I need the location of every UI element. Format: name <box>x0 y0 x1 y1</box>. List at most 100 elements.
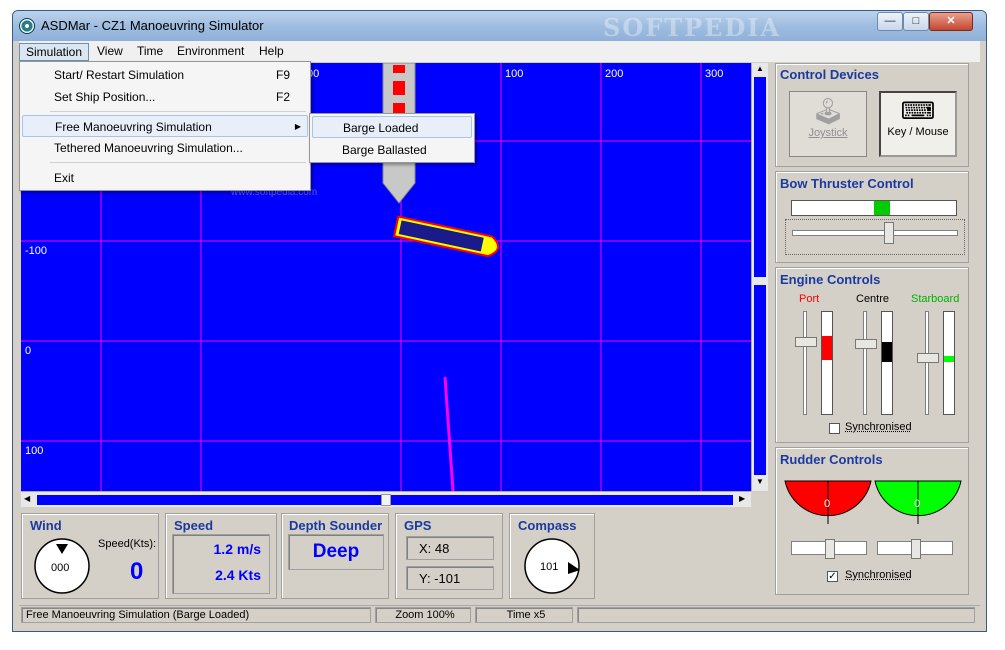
menu-environment[interactable]: Environment <box>171 43 250 61</box>
rudder-controls-title: Rudder Controls <box>780 452 883 467</box>
barge-ship[interactable] <box>392 215 500 258</box>
port-engine-label: Port <box>799 293 820 305</box>
engine-synchronised-label: Synchronised <box>845 421 912 433</box>
scroll-right-icon[interactable]: ▶ <box>739 494 745 503</box>
menu-help[interactable]: Help <box>253 43 290 61</box>
centre-engine-label: Centre <box>856 293 890 305</box>
port-rudder-value: 0 <box>824 498 830 510</box>
depth-sounder-title: Depth Sounder <box>289 518 383 533</box>
port-rudder-slider[interactable] <box>791 539 867 563</box>
gps-y-value: Y: -101 <box>419 571 461 586</box>
slider-track <box>803 311 807 415</box>
status-empty <box>577 607 975 623</box>
menu-item-label: Tethered Manoeuvring Simulation... <box>54 141 243 155</box>
starboard-engine-label: Starboard <box>911 293 960 305</box>
submenu-item-barge-loaded[interactable]: Barge Loaded <box>312 116 472 138</box>
menu-time[interactable]: Time <box>131 43 169 61</box>
starboard-rudder-slider[interactable] <box>877 539 953 563</box>
speed-ms-value: 1.2 m/s <box>213 541 261 557</box>
y-label-100: 100 <box>25 445 43 457</box>
centre-engine-slider[interactable] <box>851 311 879 415</box>
wind-panel: Wind 000 Speed(Kts): 0 <box>21 513 159 599</box>
menu-separator <box>50 111 306 112</box>
status-bar: Free Manoeuvring Simulation (Barge Loade… <box>19 605 980 623</box>
rudder-gauges: 0 0 <box>784 480 962 524</box>
scroll-track <box>754 77 766 277</box>
centre-engine-thumb[interactable] <box>855 339 877 349</box>
menu-item-start-simulation[interactable]: Start/ Restart Simulation F9 <box>22 64 308 86</box>
scroll-thumb[interactable] <box>381 494 391 506</box>
wind-direction-dial: 000 <box>34 538 90 594</box>
menu-separator <box>50 162 306 163</box>
free-manoeuvring-submenu: Barge Loaded Barge Ballasted <box>309 113 475 163</box>
compass-title: Compass <box>518 518 577 533</box>
menu-item-label: Set Ship Position... <box>54 90 156 104</box>
slider-track <box>792 230 958 236</box>
speed-kts-value: 2.4 Kts <box>215 567 261 583</box>
ship-track <box>443 376 455 491</box>
port-rudder-thumb[interactable] <box>825 539 835 559</box>
rudder-synchronised-checkbox[interactable]: ✓ <box>827 571 838 582</box>
map-horizontal-scrollbar[interactable]: ◀ ▶ <box>21 491 751 507</box>
engine-synchronised-checkbox[interactable] <box>829 423 840 434</box>
menu-simulation[interactable]: Simulation <box>19 43 90 61</box>
gps-y-display: Y: -101 <box>406 566 494 590</box>
menu-item-shortcut: F2 <box>275 90 290 104</box>
x-label-200: 200 <box>605 68 623 80</box>
title-bar[interactable]: ASDMar - CZ1 Manoeuvring Simulator SOFTP… <box>13 11 986 42</box>
bow-thruster-thumb[interactable] <box>884 222 894 244</box>
slider-track <box>925 311 929 415</box>
control-devices-title: Control Devices <box>780 67 879 82</box>
starboard-engine-thumb[interactable] <box>917 353 939 363</box>
key-mouse-button[interactable]: ⌨ Key / Mouse <box>879 91 957 157</box>
starboard-rudder-thumb[interactable] <box>911 539 921 559</box>
rudder-synchronised-label: Synchronised <box>845 569 912 581</box>
joystick-button[interactable]: 🕹 Joystick <box>789 91 867 157</box>
menu-view[interactable]: View <box>91 43 129 61</box>
starboard-engine-gauge <box>943 311 955 415</box>
submenu-item-barge-ballasted[interactable]: Barge Ballasted <box>312 139 472 161</box>
close-button[interactable]: ✕ <box>929 12 973 31</box>
wind-title: Wind <box>30 518 62 533</box>
status-zoom: Zoom 100% <box>375 607 471 623</box>
bow-thruster-slider[interactable] <box>785 219 965 255</box>
scroll-up-icon[interactable]: ▲ <box>756 64 764 73</box>
menu-item-set-ship-position[interactable]: Set Ship Position... F2 <box>22 86 308 108</box>
y-label-0: 0 <box>25 345 31 357</box>
menu-item-label: Exit <box>54 171 75 185</box>
menu-item-shortcut: F9 <box>275 68 290 82</box>
minimize-button[interactable]: — <box>877 12 903 31</box>
menu-item-label: Free Manoeuvring Simulation <box>55 120 212 134</box>
speed-panel: Speed 1.2 m/s 2.4 Kts <box>165 513 277 599</box>
vessel-marker <box>393 65 405 73</box>
key-mouse-label: Key / Mouse <box>887 126 949 138</box>
starboard-engine-slider[interactable] <box>913 311 941 415</box>
wind-speed-label: Speed(Kts): <box>98 538 157 550</box>
scroll-track <box>754 285 766 475</box>
menu-item-exit[interactable]: Exit <box>22 167 308 189</box>
depth-value: Deep <box>312 541 360 562</box>
wind-direction-value: 000 <box>51 562 69 574</box>
submenu-arrow-icon: ▶ <box>294 122 301 131</box>
scroll-track <box>391 495 733 505</box>
map-vertical-scrollbar[interactable]: ▲ ▼ <box>751 63 768 491</box>
gps-title: GPS <box>404 518 432 533</box>
depth-display: Deep <box>288 534 384 570</box>
port-engine-slider[interactable] <box>791 311 819 415</box>
scroll-left-icon[interactable]: ◀ <box>24 494 30 503</box>
menu-item-tethered-manoeuvring[interactable]: Tethered Manoeuvring Simulation... <box>22 137 308 159</box>
starboard-engine-level <box>944 356 954 362</box>
gps-x-value: X: 48 <box>419 541 450 556</box>
menu-bar: Simulation View Time Environment Help <box>19 41 980 62</box>
scroll-down-icon[interactable]: ▼ <box>756 477 764 486</box>
joystick-icon: 🕹 <box>811 96 845 126</box>
slider-track <box>863 311 867 415</box>
port-engine-thumb[interactable] <box>795 337 817 347</box>
menu-item-free-manoeuvring[interactable]: Free Manoeuvring Simulation ▶ <box>22 115 308 137</box>
vessel-marker <box>393 81 405 95</box>
x-label-300: 300 <box>705 68 723 80</box>
compass-dial: 101 <box>524 538 580 594</box>
app-window: ASDMar - CZ1 Manoeuvring Simulator SOFTP… <box>12 10 987 632</box>
maximize-button[interactable]: □ <box>903 12 929 31</box>
depth-sounder-panel: Depth Sounder Deep <box>281 513 389 599</box>
